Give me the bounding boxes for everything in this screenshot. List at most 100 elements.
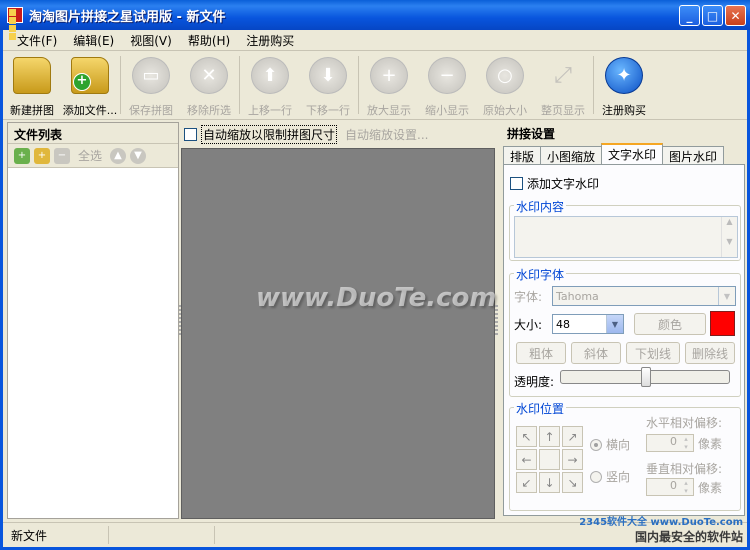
fit-page-icon: ⤢: [554, 63, 572, 88]
save-puzzle-button[interactable]: ▭ 保存拼图: [122, 52, 180, 118]
underline-button[interactable]: 下划线: [626, 342, 680, 364]
tab-thumbnail-scale[interactable]: 小图缩放: [540, 146, 603, 164]
arrow-right-icon[interactable]: →: [562, 449, 583, 470]
color-swatch[interactable]: [710, 311, 735, 336]
remove-selected-button[interactable]: ✕ 移除所选: [180, 52, 238, 118]
move-down-button[interactable]: ⬇ 下移一行: [299, 52, 357, 118]
save-puzzle-label: 保存拼图: [129, 104, 173, 117]
menu-register[interactable]: 注册购买: [238, 32, 302, 49]
size-select[interactable]: 48 ▼: [552, 314, 624, 334]
toolbar-divider: [239, 56, 240, 114]
add-image-icon[interactable]: +: [14, 147, 30, 164]
register-buy-button[interactable]: ✦ 注册购买: [595, 52, 653, 118]
new-puzzle-button[interactable]: 新建拼图: [3, 52, 61, 118]
title-bar[interactable]: 淘淘图片拼接之星试用版 - 新文件 _ □ ✕: [0, 0, 750, 40]
menu-edit[interactable]: 编辑(E): [65, 32, 122, 49]
zoom-in-icon: +: [370, 57, 408, 94]
arrow-down-left-icon[interactable]: ↙: [516, 472, 537, 493]
file-list-title: 文件列表: [8, 123, 178, 144]
site-watermark: www.DuoTe.com: [256, 283, 497, 313]
watermark-position-title: 水印位置: [514, 400, 567, 417]
strikethrough-button[interactable]: 删除线: [685, 342, 735, 364]
menu-file[interactable]: 文件(F): [9, 32, 65, 49]
menu-bar: 文件(F) 编辑(E) 视图(V) 帮助(H) 注册购买: [3, 30, 747, 51]
arrow-up-right-icon[interactable]: ↗: [562, 426, 583, 447]
remove-image-icon[interactable]: −: [54, 147, 70, 164]
close-button[interactable]: ✕: [725, 5, 746, 26]
zoom-out-button[interactable]: − 缩小显示: [418, 52, 476, 118]
preview-canvas[interactable]: www.DuoTe.com: [181, 148, 497, 519]
actual-size-icon: ○: [486, 57, 524, 94]
toolbar-divider: [120, 56, 121, 114]
textarea-scrollbar[interactable]: ▲ ▼: [721, 217, 737, 257]
add-text-watermark-label[interactable]: 添加文字水印: [527, 175, 599, 192]
brand-url: www.DuoTe.com: [650, 517, 743, 528]
opacity-slider[interactable]: [560, 367, 730, 387]
arrow-down-icon: ⬇: [309, 57, 347, 94]
watermark-font-group: 水印字体 字体: Tahoma ▼ 大小: 48 ▼ 颜色 粗体 斜体 下划线 …: [509, 266, 741, 397]
select-all-button[interactable]: 全选: [78, 147, 102, 164]
v-offset-input[interactable]: 0: [646, 478, 694, 496]
settings-title: 拼接设置: [507, 127, 556, 141]
menu-view[interactable]: 视图(V): [122, 32, 180, 49]
watermark-text-input[interactable]: ▲ ▼: [514, 216, 738, 258]
toolbar-divider: [358, 56, 359, 114]
center-position[interactable]: [539, 449, 560, 470]
save-icon: ▭: [132, 57, 170, 94]
tab-image-watermark[interactable]: 图片水印: [662, 146, 725, 164]
menu-help[interactable]: 帮助(H): [180, 32, 238, 49]
chevron-down-icon: ▼: [718, 287, 735, 305]
size-label: 大小:: [514, 318, 543, 332]
status-bar: 新文件 2345软件大全 www.DuoTe.com 国内最安全的软件站: [3, 517, 747, 547]
arrow-left-icon[interactable]: ←: [516, 449, 537, 470]
app-icon: [7, 7, 23, 40]
actual-size-button[interactable]: ○ 原始大小: [476, 52, 534, 118]
v-offset-unit: 像素: [698, 480, 723, 495]
arrow-down-right-icon[interactable]: ↘: [562, 472, 583, 493]
settings-tabs: 排版 小图缩放 文字水印 图片水印: [503, 143, 725, 164]
right-splitter[interactable]: [495, 305, 498, 335]
settings-panel: 拼接设置 排版 小图缩放 文字水印 图片水印 添加文字水印 水印内容 ▲ ▼ 水印…: [499, 122, 747, 519]
tab-text-watermark[interactable]: 文字水印: [601, 143, 664, 164]
font-select[interactable]: Tahoma ▼: [552, 286, 736, 306]
horizontal-radio[interactable]: [590, 438, 602, 451]
color-button[interactable]: 颜色: [634, 313, 706, 335]
window-title: 淘淘图片拼接之星试用版 - 新文件: [29, 9, 226, 25]
zoom-in-button[interactable]: + 放大显示: [360, 52, 418, 118]
opacity-slider-thumb[interactable]: [641, 367, 651, 387]
brand-logo: 2345软件大全 www.DuoTe.com 国内最安全的软件站: [579, 513, 743, 545]
add-text-watermark-checkbox[interactable]: [510, 177, 523, 190]
watermark-content-title: 水印内容: [514, 198, 567, 215]
brand-top: 2345软件大全: [579, 517, 648, 528]
bold-button[interactable]: 粗体: [516, 342, 566, 364]
chevron-down-icon: ▼: [606, 315, 623, 333]
auto-scale-settings-link[interactable]: 自动缩放设置...: [345, 126, 428, 143]
arrow-up-left-icon[interactable]: ↖: [516, 426, 537, 447]
italic-button[interactable]: 斜体: [571, 342, 621, 364]
h-offset-input[interactable]: 0: [646, 434, 694, 452]
fit-page-button[interactable]: ⤢ 整页显示: [534, 52, 592, 118]
move-up-small-icon[interactable]: ▲: [110, 147, 127, 164]
remove-icon: ✕: [190, 57, 228, 94]
fit-page-label: 整页显示: [541, 104, 585, 117]
remove-selected-label: 移除所选: [187, 104, 231, 117]
tab-layout[interactable]: 排版: [503, 146, 542, 164]
size-select-value: 48: [556, 317, 570, 331]
vertical-radio[interactable]: [590, 470, 602, 483]
move-up-button[interactable]: ⬆ 上移一行: [241, 52, 299, 118]
auto-scale-label[interactable]: 自动缩放以限制拼图尺寸: [201, 124, 338, 144]
preview-panel: 自动缩放以限制拼图尺寸 自动缩放设置... www.DuoTe.com: [181, 122, 497, 519]
zoom-out-label: 缩小显示: [425, 104, 469, 117]
arrow-up-icon[interactable]: ↑: [539, 426, 560, 447]
brand-bottom: 国内最安全的软件站: [634, 530, 743, 544]
new-puzzle-icon: [13, 57, 51, 94]
v-offset-label: 垂直相对偏移:: [646, 462, 723, 476]
maximize-button[interactable]: □: [702, 5, 723, 26]
add-file-button[interactable]: 添加文件...: [61, 52, 119, 118]
auto-scale-checkbox[interactable]: [184, 127, 197, 141]
move-down-small-icon[interactable]: ▼: [130, 147, 147, 164]
add-folder-icon[interactable]: +: [34, 147, 50, 164]
arrow-down-icon[interactable]: ↓: [539, 472, 560, 493]
minimize-button[interactable]: _: [679, 5, 700, 26]
toolbar-divider: [593, 56, 594, 114]
